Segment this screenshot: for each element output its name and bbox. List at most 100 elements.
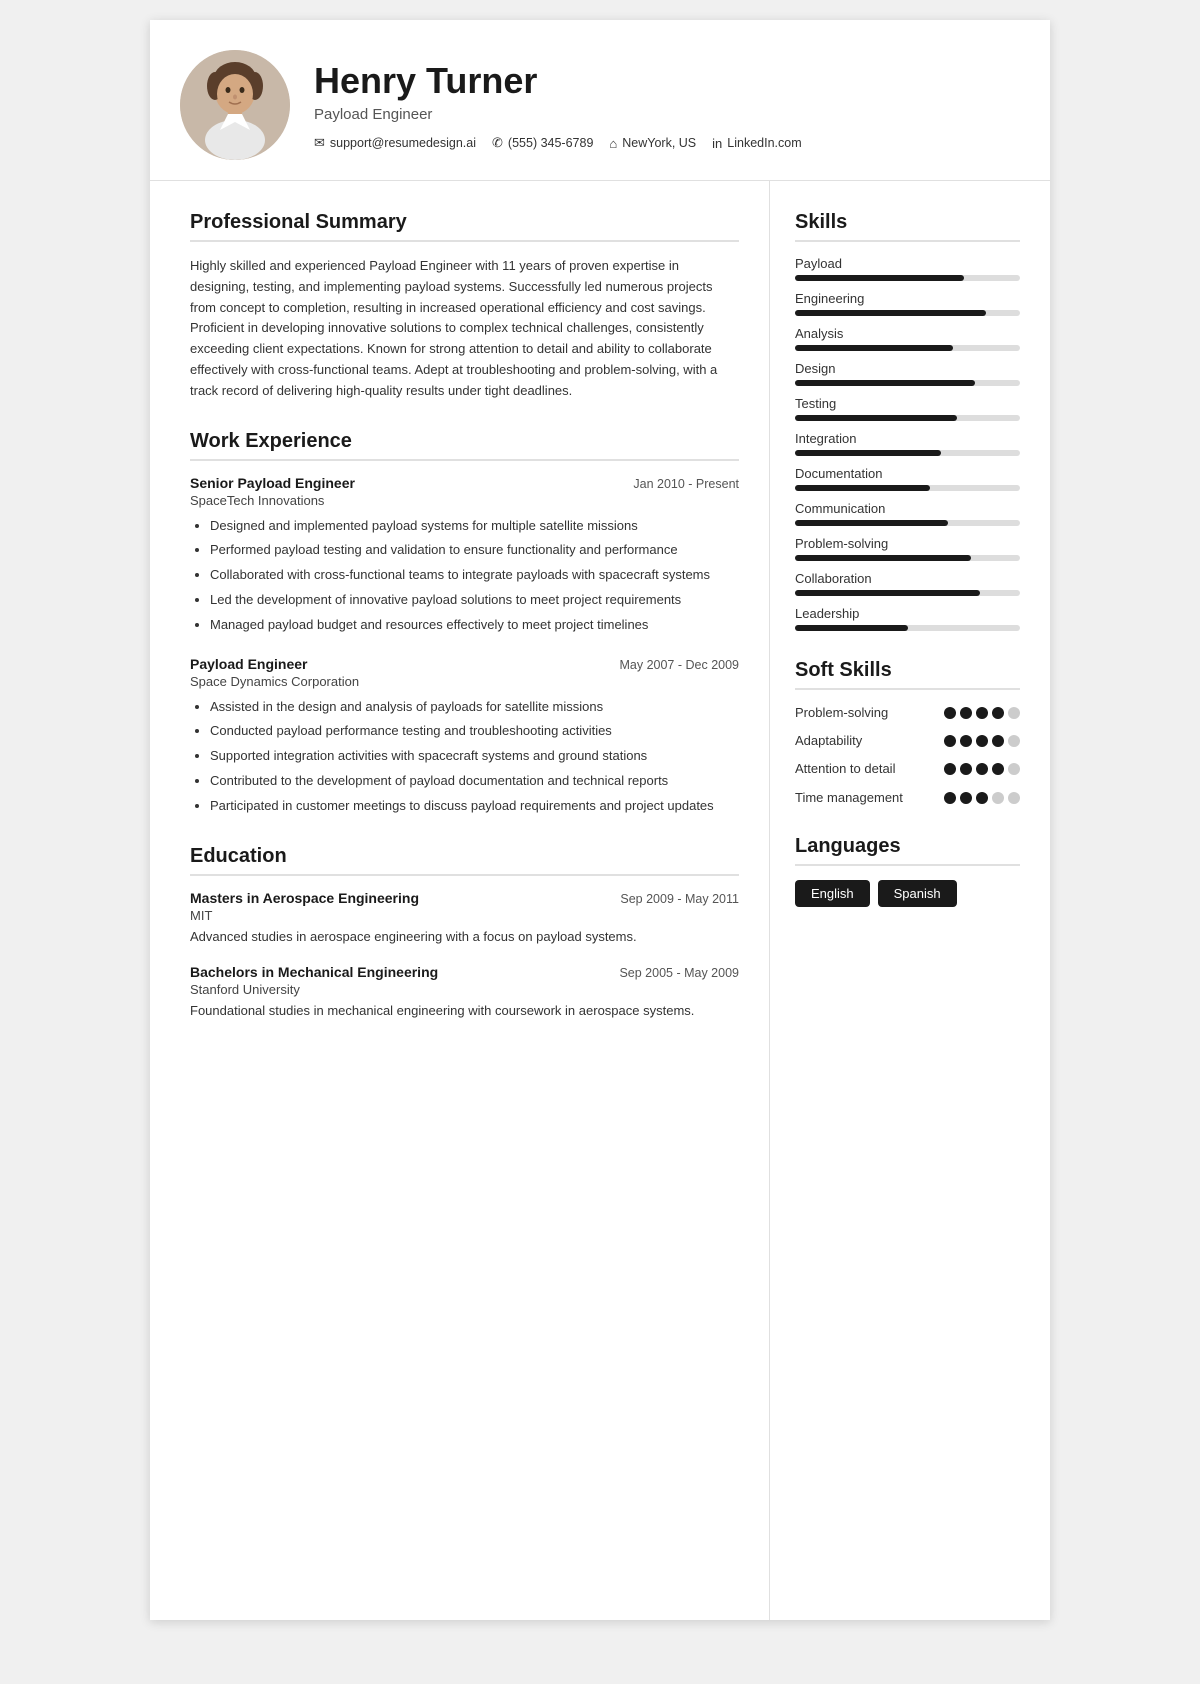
bullet-item: Performed payload testing and validation… [210, 540, 739, 561]
skill-bar-fill-10 [795, 625, 908, 631]
soft-skill-name-3: Time management [795, 789, 944, 807]
bullet-item: Participated in customer meetings to dis… [210, 796, 739, 817]
edu-degree-1: Bachelors in Mechanical Engineering [190, 964, 438, 980]
skill-bar-bg-2 [795, 345, 1020, 351]
header-contacts: ✉ support@resumedesign.ai ✆(555) 345-6789 ⌂… [314, 135, 1010, 151]
job-entry-0: Senior Payload Engineer Jan 2010 - Presen… [190, 475, 739, 636]
contact-text: NewYork, US [622, 136, 696, 150]
dots-container-3 [944, 792, 1020, 804]
header-title: Payload Engineer [314, 106, 1010, 123]
edu-desc-0: Advanced studies in aerospace engineerin… [190, 927, 739, 947]
skill-bar-bg-6 [795, 485, 1020, 491]
edu-desc-1: Foundational studies in mechanical engin… [190, 1001, 739, 1021]
skill-bar-fill-6 [795, 485, 930, 491]
bullet-item: Led the development of innovative payloa… [210, 590, 739, 611]
job-company-0: SpaceTech Innovations [190, 493, 739, 508]
job-title-1: Payload Engineer [190, 656, 307, 672]
skill-item-0: Payload [795, 256, 1020, 281]
skill-item-9: Collaboration [795, 571, 1020, 596]
skill-bar-bg-7 [795, 520, 1020, 526]
education-container: Masters in Aerospace Engineering Sep 2009… [190, 890, 739, 1021]
edu-header-1: Bachelors in Mechanical EngineeringSep 2… [190, 964, 739, 980]
education-section: Education Masters in Aerospace Engineeri… [190, 845, 739, 1021]
skill-bar-bg-3 [795, 380, 1020, 386]
skill-bar-fill-1 [795, 310, 986, 316]
edu-school-0: MIT [190, 908, 739, 923]
dot-empty [1008, 792, 1020, 804]
job-bullets-1: Assisted in the design and analysis of p… [190, 697, 739, 817]
job-entry-1: Payload EngineerMay 2007 - Dec 2009Space… [190, 656, 739, 817]
skill-item-10: Leadership [795, 606, 1020, 631]
work-experience-title: Work Experience [190, 430, 739, 461]
dot-filled [944, 735, 956, 747]
dot-filled [992, 707, 1004, 719]
edu-school-1: Stanford University [190, 982, 739, 997]
skills-title: Skills [795, 211, 1020, 242]
professional-summary-text: Highly skilled and experienced Payload E… [190, 256, 739, 402]
skill-bar-fill-5 [795, 450, 941, 456]
dot-filled [976, 735, 988, 747]
contact-linkedin: inLinkedIn.com [712, 135, 801, 151]
avatar [180, 50, 290, 160]
skill-item-7: Communication [795, 501, 1020, 526]
soft-skills-container: Problem-solvingAdaptabilityAttention to … [795, 704, 1020, 807]
dots-container-2 [944, 763, 1020, 775]
edu-degree-0: Masters in Aerospace Engineering [190, 890, 419, 906]
dot-filled [960, 763, 972, 775]
edu-entry-0: Masters in Aerospace Engineering Sep 2009… [190, 890, 739, 947]
dot-filled [992, 735, 1004, 747]
skill-bar-fill-0 [795, 275, 964, 281]
edu-entry-1: Bachelors in Mechanical EngineeringSep 2… [190, 964, 739, 1021]
skill-bar-bg-10 [795, 625, 1020, 631]
location-icon: ⌂ [609, 136, 617, 151]
contact-location: ⌂ NewYork, US [609, 135, 696, 151]
skills-section: Skills PayloadEngineeringAnalysisDesignT… [795, 211, 1020, 631]
edu-header-0: Masters in Aerospace Engineering Sep 2009… [190, 890, 739, 906]
skill-bar-fill-4 [795, 415, 957, 421]
skill-name-2: Analysis [795, 326, 1020, 341]
bullet-item: Collaborated with cross-functional teams… [210, 565, 739, 586]
bullet-item: Supported integration activities with sp… [210, 746, 739, 767]
header: Henry Turner Payload Engineer ✉support@r… [150, 20, 1050, 181]
left-column: Professional Summary Highly skilled and … [150, 181, 770, 1620]
skill-item-2: Analysis [795, 326, 1020, 351]
job-dates-0: Jan 2010 - Present [633, 477, 739, 491]
dot-filled [960, 792, 972, 804]
dots-container-1 [944, 735, 1020, 747]
skill-item-6: Documentation [795, 466, 1020, 491]
job-title-0: Senior Payload Engineer [190, 475, 355, 491]
soft-skill-item-3: Time management [795, 789, 1020, 807]
skill-bar-fill-2 [795, 345, 953, 351]
work-experience-section: Work Experience Senior Payload Engineer J… [190, 430, 739, 817]
skill-item-4: Testing [795, 396, 1020, 421]
bullet-item: Assisted in the design and analysis of p… [210, 697, 739, 718]
skill-name-0: Payload [795, 256, 1020, 271]
dot-filled [976, 763, 988, 775]
skill-name-5: Integration [795, 431, 1020, 446]
jobs-container: Senior Payload Engineer Jan 2010 - Presen… [190, 475, 739, 817]
phone-icon: ✆ [492, 135, 503, 151]
job-company-1: Space Dynamics Corporation [190, 674, 739, 689]
skill-name-7: Communication [795, 501, 1020, 516]
skill-bar-bg-8 [795, 555, 1020, 561]
skill-name-9: Collaboration [795, 571, 1020, 586]
skill-name-8: Problem-solving [795, 536, 1020, 551]
edu-dates-0: Sep 2009 - May 2011 [620, 892, 739, 906]
skill-name-1: Engineering [795, 291, 1020, 306]
skill-name-10: Leadership [795, 606, 1020, 621]
skill-bar-fill-3 [795, 380, 975, 386]
skill-bar-fill-9 [795, 590, 980, 596]
contact-text: LinkedIn.com [727, 136, 801, 150]
contact-phone: ✆(555) 345-6789 [492, 135, 593, 151]
skill-bar-bg-4 [795, 415, 1020, 421]
dot-filled [960, 735, 972, 747]
skills-container: PayloadEngineeringAnalysisDesignTestingI… [795, 256, 1020, 631]
skill-bar-fill-8 [795, 555, 971, 561]
skill-bar-bg-1 [795, 310, 1020, 316]
resume-page: Henry Turner Payload Engineer ✉support@r… [150, 20, 1050, 1620]
dot-empty [992, 792, 1004, 804]
contact-text: support@resumedesign.ai [330, 136, 476, 150]
skill-bar-bg-5 [795, 450, 1020, 456]
email-icon: ✉ [314, 135, 325, 151]
dot-empty [1008, 707, 1020, 719]
